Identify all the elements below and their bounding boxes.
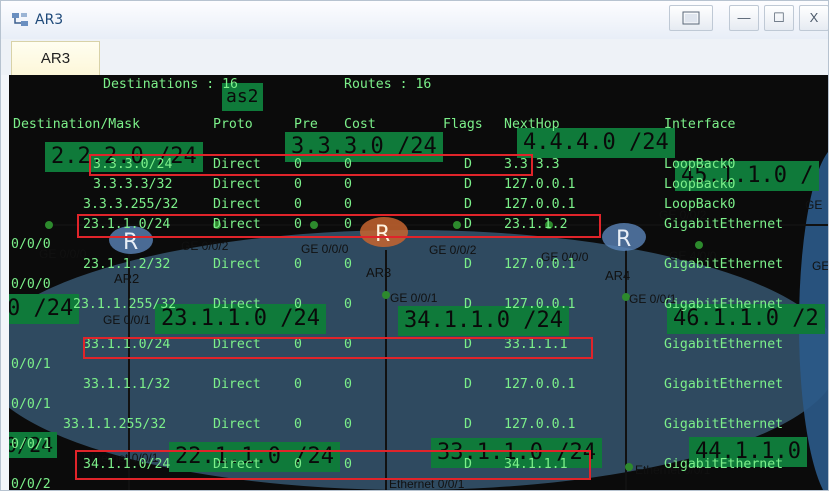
tile-icon xyxy=(682,11,700,25)
route-proto: Direct xyxy=(213,257,261,272)
route-pre: 0 xyxy=(294,257,302,272)
route-nexthop: 127.0.0.1 xyxy=(504,197,576,212)
route-flag: D xyxy=(464,257,472,272)
header-interface: Interface xyxy=(664,117,736,132)
title-bar[interactable]: AR3 — ☐ X xyxy=(1,1,828,40)
route-cost: 0 xyxy=(344,377,352,392)
route-dest: 33.1.1.1/32 xyxy=(83,377,171,392)
header-flags: Flags xyxy=(443,117,483,132)
route-pre: 0 xyxy=(294,197,302,212)
minimize-button[interactable]: — xyxy=(729,5,759,31)
route-dest: 23.1.1.2/32 xyxy=(83,257,171,272)
route-nexthop: 127.0.0.1 xyxy=(504,257,576,272)
route-interface: GigabitEthernet xyxy=(664,377,784,392)
route-nexthop: 127.0.0.1 xyxy=(504,377,576,392)
route-cost: 0 xyxy=(344,417,352,432)
tab-ar3[interactable]: AR3 xyxy=(11,41,100,75)
tab-bar: AR3 xyxy=(1,39,828,75)
route-interface: GigabitEthernet xyxy=(664,457,784,472)
wrap-line: 0/0/1 xyxy=(11,437,51,452)
route-dest: 33.1.1.255/32 xyxy=(63,417,167,432)
terminal-output[interactable]: Destinations : 16 Routes : 16 Destinatio… xyxy=(9,75,828,491)
route-dest: 3.3.3.3/32 xyxy=(93,177,173,192)
route-cost: 0 xyxy=(344,197,352,212)
header-nexthop: NextHop xyxy=(504,117,560,132)
route-flag: D xyxy=(464,417,472,432)
highlight-box xyxy=(77,214,601,238)
wrap-line: 0/0/0 xyxy=(11,277,51,292)
header-proto: Proto xyxy=(213,117,253,132)
wrap-line: 0/0/1 xyxy=(11,357,51,372)
route-proto: Direct xyxy=(213,197,261,212)
wrap-line: 0/0/0 xyxy=(11,237,51,252)
route-interface: LoopBack0 xyxy=(664,157,736,172)
route-nexthop: 127.0.0.1 xyxy=(504,177,576,192)
topology-app-icon xyxy=(12,13,28,26)
route-flag: D xyxy=(464,377,472,392)
route-interface: GigabitEthernet xyxy=(664,297,784,312)
highlight-box xyxy=(89,154,533,176)
route-pre: 0 xyxy=(294,417,302,432)
route-flag: D xyxy=(464,297,472,312)
close-button[interactable]: X xyxy=(799,5,828,31)
summary-destinations: Destinations : 16 xyxy=(103,77,238,92)
summary-routes: Routes : 16 xyxy=(344,77,432,92)
route-flag: D xyxy=(464,197,472,212)
route-cost: 0 xyxy=(344,177,352,192)
route-interface: LoopBack0 xyxy=(664,177,736,192)
route-interface: LoopBack0 xyxy=(664,197,736,212)
route-proto: Direct xyxy=(213,417,261,432)
route-nexthop: 127.0.0.1 xyxy=(504,297,576,312)
route-proto: Direct xyxy=(213,297,261,312)
route-pre: 0 xyxy=(294,177,302,192)
header-cost: Cost xyxy=(344,117,376,132)
header-pre: Pre xyxy=(294,117,318,132)
route-proto: Direct xyxy=(213,377,261,392)
route-cost: 0 xyxy=(344,257,352,272)
route-pre: 0 xyxy=(294,377,302,392)
tile-windows-button[interactable] xyxy=(669,5,713,31)
route-proto: Direct xyxy=(213,177,261,192)
wrap-line: 0/0/2 xyxy=(11,477,51,491)
route-interface: GigabitEthernet xyxy=(664,337,784,352)
app-window: AR3 — ☐ X AR3 R R R AR2 AR3 AR4 GE 0/0/0… xyxy=(0,0,829,491)
route-dest: 23.1.1.255/32 xyxy=(73,297,177,312)
route-dest: 3.3.3.255/32 xyxy=(83,197,179,212)
route-interface: GigabitEthernet xyxy=(664,217,784,232)
route-cost: 0 xyxy=(344,297,352,312)
route-flag: D xyxy=(464,177,472,192)
route-interface: GigabitEthernet xyxy=(664,257,784,272)
console-area[interactable]: R R R AR2 AR3 AR4 GE 0/0/0 GE 0/0/2 GE 0… xyxy=(9,75,828,491)
window-title: AR3 xyxy=(35,12,64,28)
wrap-line: 0/0/1 xyxy=(11,397,51,412)
route-nexthop: 127.0.0.1 xyxy=(504,417,576,432)
header-destination: Destination/Mask xyxy=(13,117,141,132)
route-pre: 0 xyxy=(294,297,302,312)
route-interface: GigabitEthernet xyxy=(664,417,784,432)
highlight-box xyxy=(75,450,591,480)
maximize-button[interactable]: ☐ xyxy=(764,5,794,31)
highlight-box xyxy=(83,337,593,359)
